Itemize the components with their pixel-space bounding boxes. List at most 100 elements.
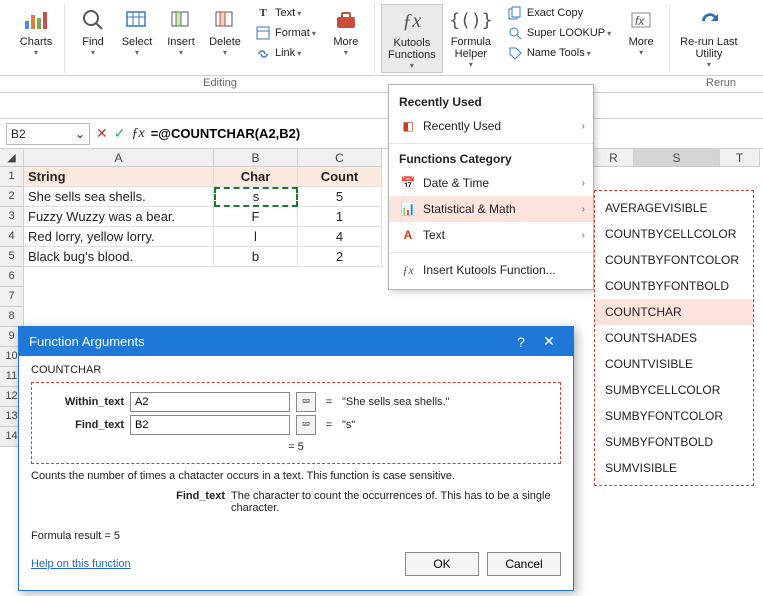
- fx-box-icon: fx: [627, 6, 655, 34]
- fx-button[interactable]: ƒx: [131, 126, 144, 142]
- submenu-item[interactable]: SUMBYFONTBOLD: [595, 429, 753, 455]
- chevron-down-icon[interactable]: ⌄: [75, 127, 85, 141]
- submenu-item[interactable]: SUMBYFONTCOLOR: [595, 403, 753, 429]
- cell[interactable]: Red lorry, yellow lorry.: [24, 227, 214, 247]
- row-header[interactable]: 3: [0, 207, 24, 227]
- delete-icon: [211, 6, 239, 34]
- kutools-functions-button[interactable]: ƒx Kutools Functions▾: [381, 4, 443, 73]
- argument-box: Within_text ⮹ = "She sells sea shells." …: [31, 382, 561, 464]
- select-button[interactable]: Select▾: [115, 4, 159, 59]
- braces-icon: {()}: [457, 6, 485, 34]
- tag-icon: [507, 45, 523, 61]
- row-header[interactable]: 7: [0, 287, 24, 307]
- formula-bar: B2⌄ ✕ ✓ ƒx: [0, 119, 763, 149]
- close-icon[interactable]: ✕: [535, 333, 563, 350]
- arg-desc-label: Find_text: [31, 490, 231, 514]
- row-header[interactable]: 1: [0, 167, 24, 187]
- exact-copy-button[interactable]: Exact Copy: [503, 4, 615, 22]
- cell[interactable]: l: [214, 227, 298, 247]
- menu-text[interactable]: AText›: [389, 222, 593, 248]
- format-button[interactable]: Format▾: [251, 24, 320, 42]
- range-picker-icon[interactable]: ⮹: [296, 415, 316, 435]
- col-header-T[interactable]: T: [720, 149, 760, 167]
- cell[interactable]: 2: [298, 247, 382, 267]
- cell[interactable]: F: [214, 207, 298, 227]
- cell[interactable]: Black bug's blood.: [24, 247, 214, 267]
- ok-button[interactable]: OK: [405, 552, 479, 576]
- insert-icon: [167, 6, 195, 34]
- arg1-input[interactable]: [130, 392, 290, 412]
- row-header[interactable]: 5: [0, 247, 24, 267]
- text-icon: T: [255, 5, 271, 21]
- svg-text:fx: fx: [635, 14, 645, 28]
- submenu-item[interactable]: COUNTBYFONTBOLD: [595, 273, 753, 299]
- dialog-function-name: COUNTCHAR: [31, 364, 561, 376]
- active-cell[interactable]: s: [214, 187, 298, 207]
- submenu-item[interactable]: COUNTBYFONTCOLOR: [595, 247, 753, 273]
- arg2-input[interactable]: [130, 415, 290, 435]
- more-button-2[interactable]: fx More▾: [619, 4, 663, 59]
- cell[interactable]: b: [214, 247, 298, 267]
- help-icon[interactable]: ?: [507, 334, 535, 350]
- menu-insert-function[interactable]: ƒxInsert Kutools Function...: [389, 257, 593, 283]
- cancel-formula-icon[interactable]: ✕: [96, 125, 108, 142]
- cancel-button[interactable]: Cancel: [487, 552, 561, 576]
- help-link[interactable]: Help on this function: [31, 558, 131, 570]
- charts-button[interactable]: Charts▾: [14, 4, 58, 59]
- submenu-item[interactable]: SUMBYCELLCOLOR: [595, 377, 753, 403]
- range-picker-icon[interactable]: ⮹: [296, 392, 316, 412]
- submenu-item[interactable]: COUNTCHAR: [595, 299, 753, 325]
- text-button[interactable]: TText▾: [251, 4, 320, 22]
- delete-button[interactable]: Delete▾: [203, 4, 247, 59]
- insert-button[interactable]: Insert▾: [159, 4, 203, 59]
- dialog-title: Function Arguments: [29, 334, 145, 349]
- computed-result: = 5: [40, 441, 552, 453]
- cell[interactable]: 1: [298, 207, 382, 227]
- submenu-item[interactable]: COUNTBYCELLCOLOR: [595, 221, 753, 247]
- table-header-row: 1 String Char Count: [0, 167, 763, 187]
- name-tools-button[interactable]: Name Tools▾: [503, 44, 615, 62]
- submenu-item[interactable]: COUNTVISIBLE: [595, 351, 753, 377]
- accept-formula-icon[interactable]: ✓: [114, 125, 126, 142]
- col-header-S[interactable]: S: [634, 149, 720, 167]
- col-header-R[interactable]: R: [594, 149, 634, 167]
- cell[interactable]: Fuzzy Wuzzy was a bear.: [24, 207, 214, 227]
- cell[interactable]: 5: [298, 187, 382, 207]
- row-header[interactable]: 8: [0, 307, 24, 327]
- text-a-icon: A: [399, 227, 417, 243]
- magnifier-icon: [79, 6, 107, 34]
- find-button[interactable]: Find▾: [71, 4, 115, 59]
- link-button[interactable]: Link▾: [251, 44, 320, 62]
- function-arguments-dialog: Function Arguments ? ✕ COUNTCHAR Within_…: [18, 326, 574, 591]
- ribbon: Charts▾ Find▾ Select▾ Insert▾ Delete▾ TT…: [0, 0, 763, 76]
- submenu-item[interactable]: SUMVISIBLE: [595, 455, 753, 481]
- menu-section-category: Functions Category: [389, 148, 593, 170]
- menu-date-time[interactable]: 📅Date & Time›: [389, 170, 593, 196]
- formula-helper-button[interactable]: {()} Formula Helper▾: [443, 4, 499, 71]
- row-header[interactable]: 6: [0, 267, 24, 287]
- submenu-item[interactable]: COUNTSHADES: [595, 325, 753, 351]
- menu-stat-math[interactable]: 📊Statistical & Math›: [389, 196, 593, 222]
- menu-recently-used[interactable]: ◧Recently Used›: [389, 113, 593, 139]
- name-box[interactable]: B2⌄: [6, 123, 90, 145]
- chart-icon: [22, 6, 50, 34]
- row-header[interactable]: 4: [0, 227, 24, 247]
- chevron-right-icon: ›: [582, 121, 585, 132]
- cell[interactable]: 4: [298, 227, 382, 247]
- col-header-A[interactable]: A: [24, 149, 214, 167]
- cell[interactable]: She sells sea shells.: [24, 187, 214, 207]
- row-header[interactable]: 2: [0, 187, 24, 207]
- select-all-corner[interactable]: ◢: [0, 149, 24, 167]
- link-icon: [255, 45, 271, 61]
- submenu-item[interactable]: AVERAGEVISIBLE: [595, 195, 753, 221]
- select-icon: [123, 6, 151, 34]
- super-lookup-button[interactable]: Super LOOKUP▾: [503, 24, 615, 42]
- col-header-B[interactable]: B: [214, 149, 298, 167]
- calendar-icon: 📅: [399, 175, 417, 191]
- more-button-1[interactable]: More▾: [324, 4, 368, 59]
- toolbox-icon: [332, 6, 360, 34]
- rerun-button[interactable]: Re-run Last Utility▾: [676, 4, 741, 71]
- col-header-C[interactable]: C: [298, 149, 382, 167]
- dialog-titlebar[interactable]: Function Arguments ? ✕: [19, 327, 573, 356]
- formula-result: Formula result = 5: [31, 530, 561, 542]
